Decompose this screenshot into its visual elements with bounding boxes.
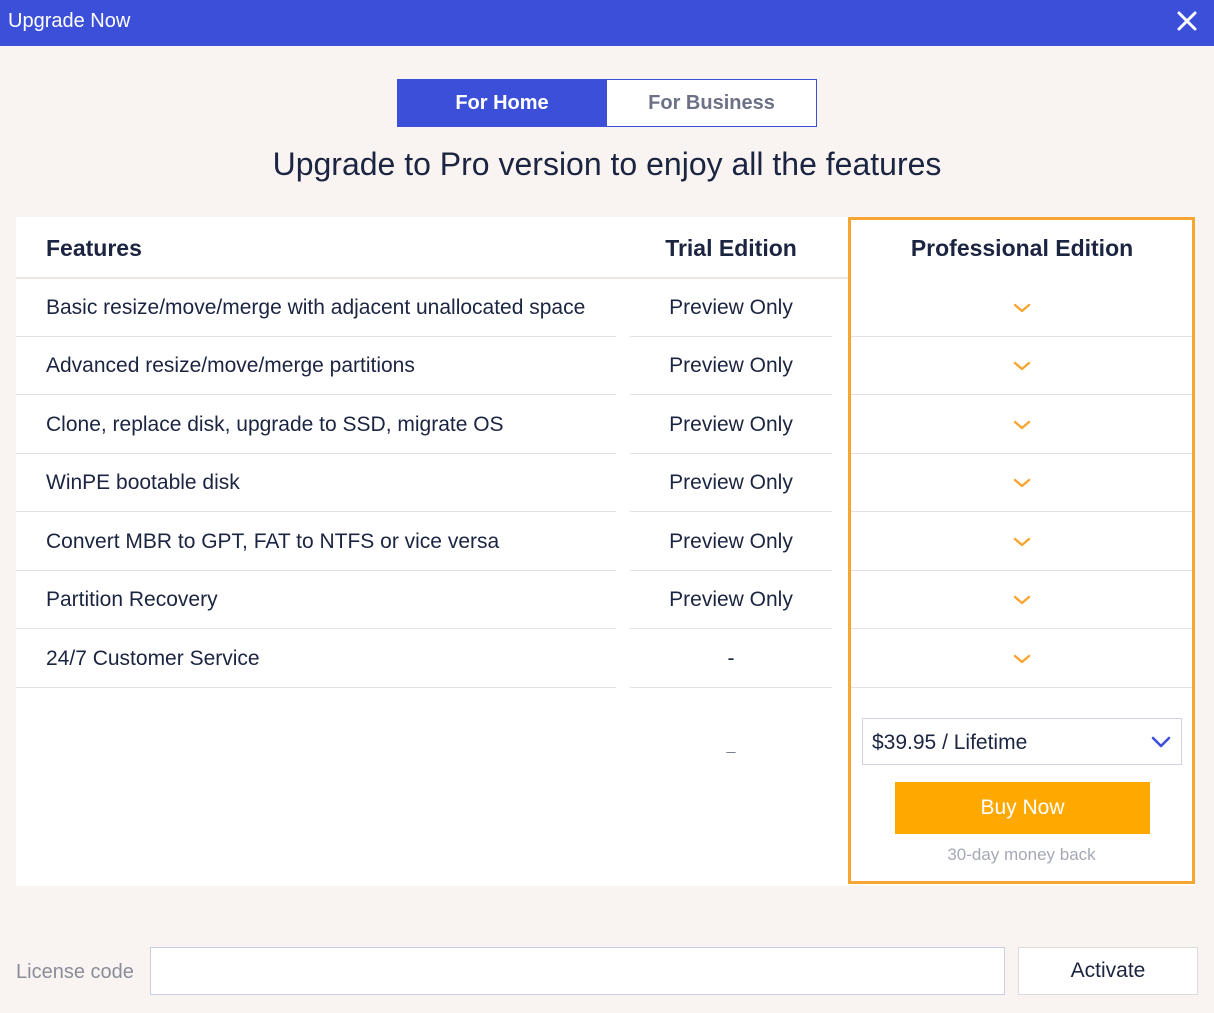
table-row: Partition Recovery Preview Only <box>16 571 1195 629</box>
trial-value: Preview Only <box>669 530 793 553</box>
trial-value: Preview Only <box>669 588 793 611</box>
header-features: Features <box>46 234 142 261</box>
feature-name: 24/7 Customer Service <box>46 647 260 670</box>
money-back-note: 30-day money back <box>947 845 1096 864</box>
check-icon <box>1013 654 1031 664</box>
window-title: Upgrade Now <box>8 10 131 32</box>
license-code-label: License code <box>16 961 134 983</box>
pro-value <box>850 513 1194 571</box>
feature-name: Advanced resize/move/merge partitions <box>46 354 415 377</box>
buy-now-button[interactable]: Buy Now <box>895 782 1150 834</box>
pro-value <box>850 279 1194 337</box>
feature-name: Partition Recovery <box>46 588 218 611</box>
price-dropdown[interactable]: $39.95 / Lifetime <box>862 718 1182 765</box>
check-icon <box>1013 595 1031 605</box>
close-icon[interactable] <box>1174 8 1200 34</box>
check-icon <box>1013 478 1031 488</box>
trial-price-placeholder: _ <box>726 737 736 754</box>
pro-value <box>850 396 1194 454</box>
trial-value: Preview Only <box>669 471 793 494</box>
trial-value: - <box>727 647 735 670</box>
table-row: Basic resize/move/merge with adjacent un… <box>16 279 1195 337</box>
price-selected: $39.95 / Lifetime <box>872 731 1028 754</box>
feature-name: Convert MBR to GPT, FAT to NTFS or vice … <box>46 530 500 553</box>
table-row: Convert MBR to GPT, FAT to NTFS or vice … <box>16 513 1195 571</box>
trial-value: Preview Only <box>669 296 793 319</box>
feature-name: Basic resize/move/merge with adjacent un… <box>46 296 586 319</box>
trial-value: Preview Only <box>669 413 793 436</box>
activate-button[interactable]: Activate <box>1018 947 1198 995</box>
chevron-down-icon <box>1151 735 1171 753</box>
check-icon <box>1013 303 1031 313</box>
check-icon <box>1013 537 1031 547</box>
check-icon <box>1013 361 1031 371</box>
table-row: 24/7 Customer Service - <box>16 630 1195 688</box>
pro-value <box>850 571 1194 629</box>
pro-value <box>850 454 1194 512</box>
pro-value <box>850 337 1194 395</box>
pro-value <box>850 630 1194 688</box>
page-headline: Upgrade to Pro version to enjoy all the … <box>272 146 942 182</box>
table-row: WinPE bootable disk Preview Only <box>16 454 1195 512</box>
table-row: Advanced resize/move/merge partitions Pr… <box>16 337 1195 395</box>
header-trial-edition: Trial Edition <box>665 234 797 261</box>
tab-for-home[interactable]: For Home <box>397 79 607 127</box>
tab-for-business[interactable]: For Business <box>607 79 817 127</box>
check-icon <box>1013 420 1031 430</box>
feature-name: Clone, replace disk, upgrade to SSD, mig… <box>46 413 504 436</box>
header-professional-edition: Professional Edition <box>910 234 1134 261</box>
table-row: Clone, replace disk, upgrade to SSD, mig… <box>16 396 1195 454</box>
trial-value: Preview Only <box>669 354 793 377</box>
title-bar: Upgrade Now <box>0 0 1214 46</box>
license-code-input[interactable] <box>150 947 1005 995</box>
edition-tabs: For Home For Business <box>397 79 817 127</box>
feature-name: WinPE bootable disk <box>46 471 240 494</box>
